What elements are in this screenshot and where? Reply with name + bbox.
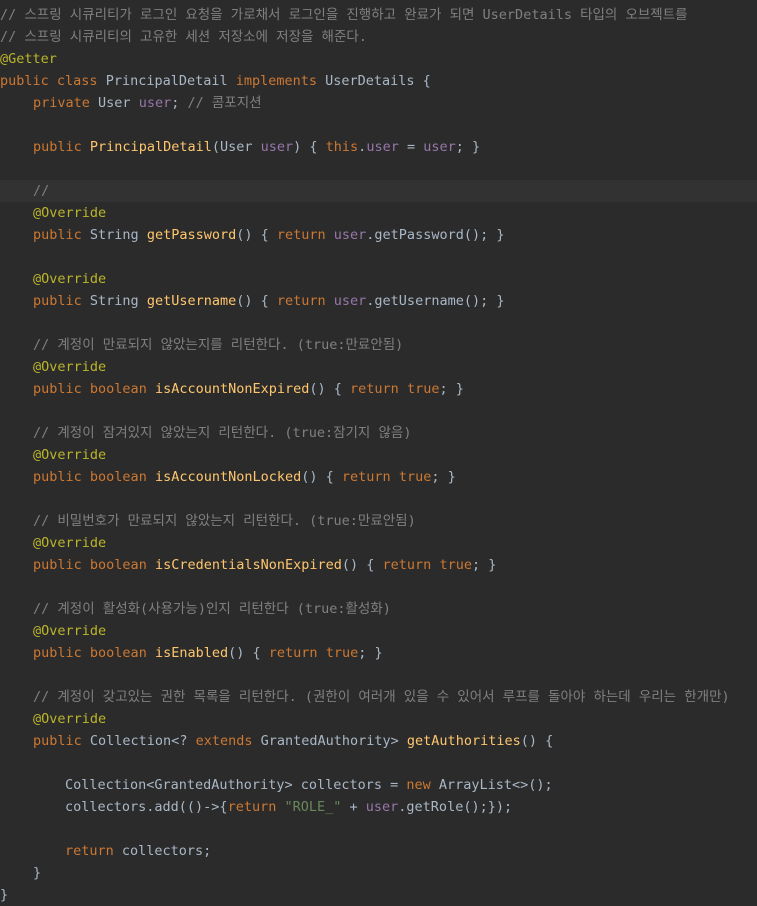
code-line[interactable]: // 스프링 시큐리티가 로그인 요청을 가로채서 로그인을 진행하고 완료가 … bbox=[0, 4, 757, 26]
code-line[interactable]: public boolean isCredentialsNonExpired()… bbox=[0, 554, 757, 576]
code-line[interactable] bbox=[0, 400, 757, 422]
code-line[interactable]: @Override bbox=[0, 532, 757, 554]
code-line[interactable]: private User user; // 콤포지션 bbox=[0, 92, 757, 114]
code-line[interactable]: // 스프링 시큐리티의 고유한 세션 저장소에 저장을 해준다. bbox=[0, 26, 757, 48]
code-line[interactable]: // 계정이 활성화(사용가능)인지 리턴한다 (true:활성화) bbox=[0, 598, 757, 620]
code-line[interactable]: public boolean isAccountNonExpired() { r… bbox=[0, 378, 757, 400]
code-line[interactable]: Collection<GrantedAuthority> collectors … bbox=[0, 774, 757, 796]
code-line[interactable]: @Override bbox=[0, 620, 757, 642]
code-line[interactable]: public Collection<? extends GrantedAutho… bbox=[0, 730, 757, 752]
code-line[interactable]: public String getUsername() { return use… bbox=[0, 290, 757, 312]
code-line[interactable]: public class PrincipalDetail implements … bbox=[0, 70, 757, 92]
code-line[interactable]: // 계정이 만료되지 않았는지를 리턴한다. (true:만료안됨) bbox=[0, 334, 757, 356]
code-line[interactable]: // 비밀번호가 만료되지 않았는지 리턴한다. (true:만료안됨) bbox=[0, 510, 757, 532]
code-line[interactable] bbox=[0, 114, 757, 136]
code-line[interactable] bbox=[0, 818, 757, 840]
code-line-current[interactable]: // bbox=[0, 180, 757, 202]
code-line[interactable]: @Override bbox=[0, 268, 757, 290]
code-line[interactable]: @Getter bbox=[0, 48, 757, 70]
code-line[interactable]: public PrincipalDetail(User user) { this… bbox=[0, 136, 757, 158]
code-line[interactable] bbox=[0, 576, 757, 598]
code-line[interactable]: } bbox=[0, 884, 757, 906]
code-line[interactable] bbox=[0, 246, 757, 268]
code-editor[interactable]: // 스프링 시큐리티가 로그인 요청을 가로채서 로그인을 진행하고 완료가 … bbox=[0, 0, 757, 906]
code-line[interactable]: collectors.add(()->{return "ROLE_" + use… bbox=[0, 796, 757, 818]
code-line[interactable]: public String getPassword() { return use… bbox=[0, 224, 757, 246]
code-line[interactable]: @Override bbox=[0, 356, 757, 378]
code-line[interactable] bbox=[0, 488, 757, 510]
code-line[interactable]: // 계정이 갖고있는 권한 목록을 리턴한다. (권한이 여러개 있을 수 있… bbox=[0, 686, 757, 708]
code-line[interactable] bbox=[0, 158, 757, 180]
code-line[interactable] bbox=[0, 752, 757, 774]
code-line[interactable]: public boolean isEnabled() { return true… bbox=[0, 642, 757, 664]
code-line[interactable]: } bbox=[0, 862, 757, 884]
code-line[interactable] bbox=[0, 312, 757, 334]
code-line[interactable]: return collectors; bbox=[0, 840, 757, 862]
code-line[interactable]: @Override bbox=[0, 444, 757, 466]
code-line[interactable]: public boolean isAccountNonLocked() { re… bbox=[0, 466, 757, 488]
code-line[interactable]: // 계정이 잠겨있지 않았는지 리턴한다. (true:잠기지 않음) bbox=[0, 422, 757, 444]
code-line[interactable]: @Override bbox=[0, 708, 757, 730]
code-line[interactable]: @Override bbox=[0, 202, 757, 224]
code-line[interactable] bbox=[0, 664, 757, 686]
